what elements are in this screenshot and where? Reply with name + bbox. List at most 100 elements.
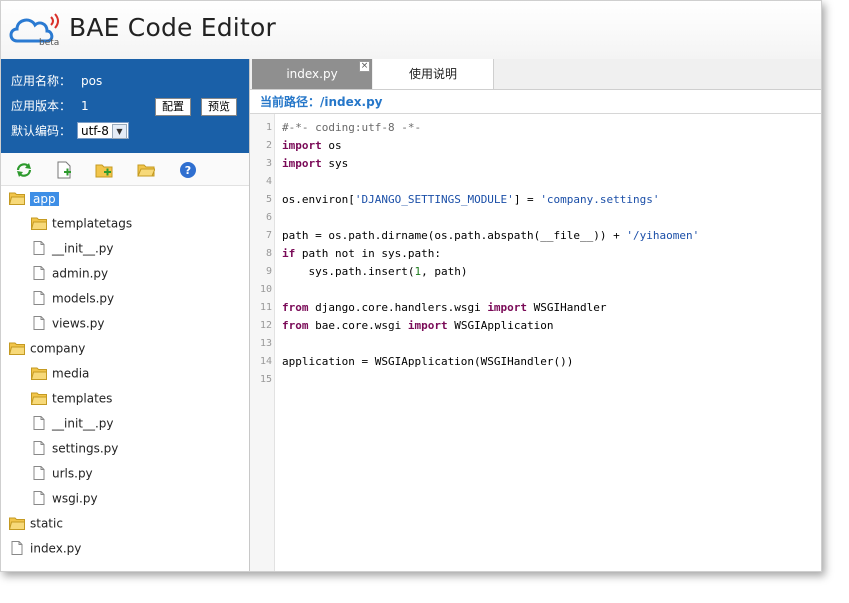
current-path: 当前路径：/index.py <box>260 93 383 110</box>
tree-item-label: media <box>52 366 90 381</box>
tree-folder[interactable]: app <box>8 188 59 208</box>
code-line[interactable]: sys.path.insert(1, path) <box>282 263 467 281</box>
line-number-gutter: 1 2 3 4 5 6 7 8 9 10 11 12 13 14 15 <box>250 114 275 571</box>
tree-file[interactable]: admin.py <box>31 263 108 283</box>
line-number: 13 <box>259 338 272 349</box>
new-folder-icon[interactable] <box>95 161 113 179</box>
tree-file[interactable]: __init__.py <box>31 238 114 258</box>
tree-file[interactable]: models.py <box>31 288 114 308</box>
code-token: path = os.path.dirname(os.path.abspath(_… <box>282 229 627 242</box>
encoding-select[interactable]: utf-8 ▼ <box>77 122 129 139</box>
line-number: 1 <box>265 122 272 133</box>
code-token: bae.core.wsgi <box>308 319 408 332</box>
code-token: import <box>487 301 528 314</box>
code-token: application = WSGIApplication(WSGIHandle… <box>282 355 574 368</box>
tab-usage[interactable]: 使用说明 <box>373 59 494 89</box>
folder-icon <box>30 216 47 230</box>
app-title: BAE Code Editor <box>69 13 276 42</box>
code-token: WSGIApplication <box>447 319 554 332</box>
code-token: import <box>282 157 322 170</box>
code-token: django.core.handlers.wsgi <box>308 301 488 314</box>
tree-folder[interactable]: media <box>30 363 90 383</box>
refresh-icon[interactable] <box>15 161 33 179</box>
line-number: 2 <box>265 140 272 151</box>
tree-item-label: __init__.py <box>52 241 114 256</box>
line-number: 10 <box>259 284 272 295</box>
code-editor[interactable]: 1 2 3 4 5 6 7 8 9 10 11 12 13 14 15 #-*- coding:utf-8 … <box>250 113 821 571</box>
code-token: import <box>407 319 448 332</box>
app-name-value: pos <box>81 74 103 88</box>
file-icon <box>31 265 47 280</box>
code-line[interactable]: from bae.core.wsgi import WSGIApplicatio… <box>282 317 554 335</box>
line-number: 7 <box>265 230 272 241</box>
app-header: beta BAE Code Editor <box>1 1 821 60</box>
tab-label: 使用说明 <box>408 67 457 81</box>
folder-icon <box>8 516 25 530</box>
app-name-row: 应用名称： pos <box>11 71 102 91</box>
current-path-label: 当前路径： <box>260 95 321 109</box>
code-token: ] = <box>513 193 541 206</box>
file-icon <box>31 440 47 455</box>
tree-folder[interactable]: templatetags <box>30 213 132 233</box>
code-token: sys.path.insert( <box>282 265 415 278</box>
left-panel: 应用名称： pos 应用版本： 1 配置 预览 默认编码： utf-8 ▼ ? … <box>1 59 250 571</box>
app-name-label: 应用名称： <box>11 74 72 88</box>
open-folder-icon[interactable] <box>137 161 155 179</box>
tree-file[interactable]: urls.py <box>31 463 93 483</box>
tree-file[interactable]: settings.py <box>31 438 118 458</box>
code-line[interactable]: import sys <box>282 155 348 173</box>
file-icon <box>31 240 47 255</box>
tree-item-label: app <box>30 191 59 206</box>
code-token: '/yihaomen' <box>626 229 700 242</box>
tree-item-label: templates <box>52 391 113 406</box>
code-line[interactable]: import os <box>282 137 342 155</box>
line-number: 3 <box>265 158 272 169</box>
tree-folder[interactable]: static <box>8 513 63 533</box>
code-line[interactable]: os.environ['DJANGO_SETTINGS_MODULE'] = '… <box>282 191 660 209</box>
encoding-value: utf-8 <box>81 124 109 138</box>
code-line[interactable]: from django.core.handlers.wsgi import WS… <box>282 299 607 317</box>
line-number: 15 <box>259 374 272 385</box>
beta-label: beta <box>39 38 60 48</box>
code-token: 'DJANGO_SETTINGS_MODULE' <box>354 193 514 206</box>
close-icon[interactable]: × <box>359 61 370 72</box>
code-token: WSGIHandler <box>527 301 607 314</box>
code-token: if <box>282 247 296 260</box>
file-icon <box>31 315 47 330</box>
code-token: from <box>282 319 309 332</box>
tab-index-py[interactable]: index.py × <box>252 59 372 89</box>
new-file-icon[interactable] <box>55 161 73 179</box>
config-button[interactable]: 配置 <box>155 98 191 116</box>
tree-item-label: settings.py <box>52 441 119 456</box>
editor-window: beta BAE Code Editor 应用名称： pos 应用版本： 1 配… <box>0 0 822 572</box>
tree-file[interactable]: wsgi.py <box>31 488 98 508</box>
tree-folder[interactable]: company <box>8 338 86 358</box>
code-token: os <box>321 139 342 152</box>
code-line[interactable]: application = WSGIApplication(WSGIHandle… <box>282 353 573 371</box>
encoding-row: 默认编码： <box>11 121 71 141</box>
code-line[interactable]: #-*- coding:utf-8 -*- <box>282 119 421 137</box>
code-line[interactable]: path = os.path.dirname(os.path.abspath(_… <box>282 227 699 245</box>
line-number: 14 <box>259 356 272 367</box>
right-panel: index.py × 使用说明 当前路径：/index.py 123456789… <box>250 59 821 571</box>
code-line[interactable]: if path not in sys.path: <box>282 245 441 263</box>
file-icon <box>31 490 47 505</box>
help-icon[interactable]: ? <box>179 161 197 179</box>
line-number: 5 <box>265 194 272 205</box>
app-version-label: 应用版本： <box>11 99 72 113</box>
folder-icon <box>30 391 47 405</box>
file-icon <box>31 465 47 480</box>
tree-folder[interactable]: templates <box>30 388 113 408</box>
tree-file[interactable]: index.py <box>9 538 81 558</box>
chevron-down-icon[interactable]: ▼ <box>112 124 127 139</box>
line-number: 8 <box>265 248 272 259</box>
tree-item-label: views.py <box>52 316 105 331</box>
line-number: 6 <box>265 212 272 223</box>
file-toolbar: ? <box>1 153 249 186</box>
tree-item-label: company <box>30 341 86 356</box>
tree-file[interactable]: views.py <box>31 313 104 333</box>
tab-label: index.py <box>286 67 338 81</box>
preview-button[interactable]: 预览 <box>201 98 237 116</box>
code-token: path not in sys.path: <box>295 247 441 260</box>
tree-file[interactable]: __init__.py <box>31 413 114 433</box>
